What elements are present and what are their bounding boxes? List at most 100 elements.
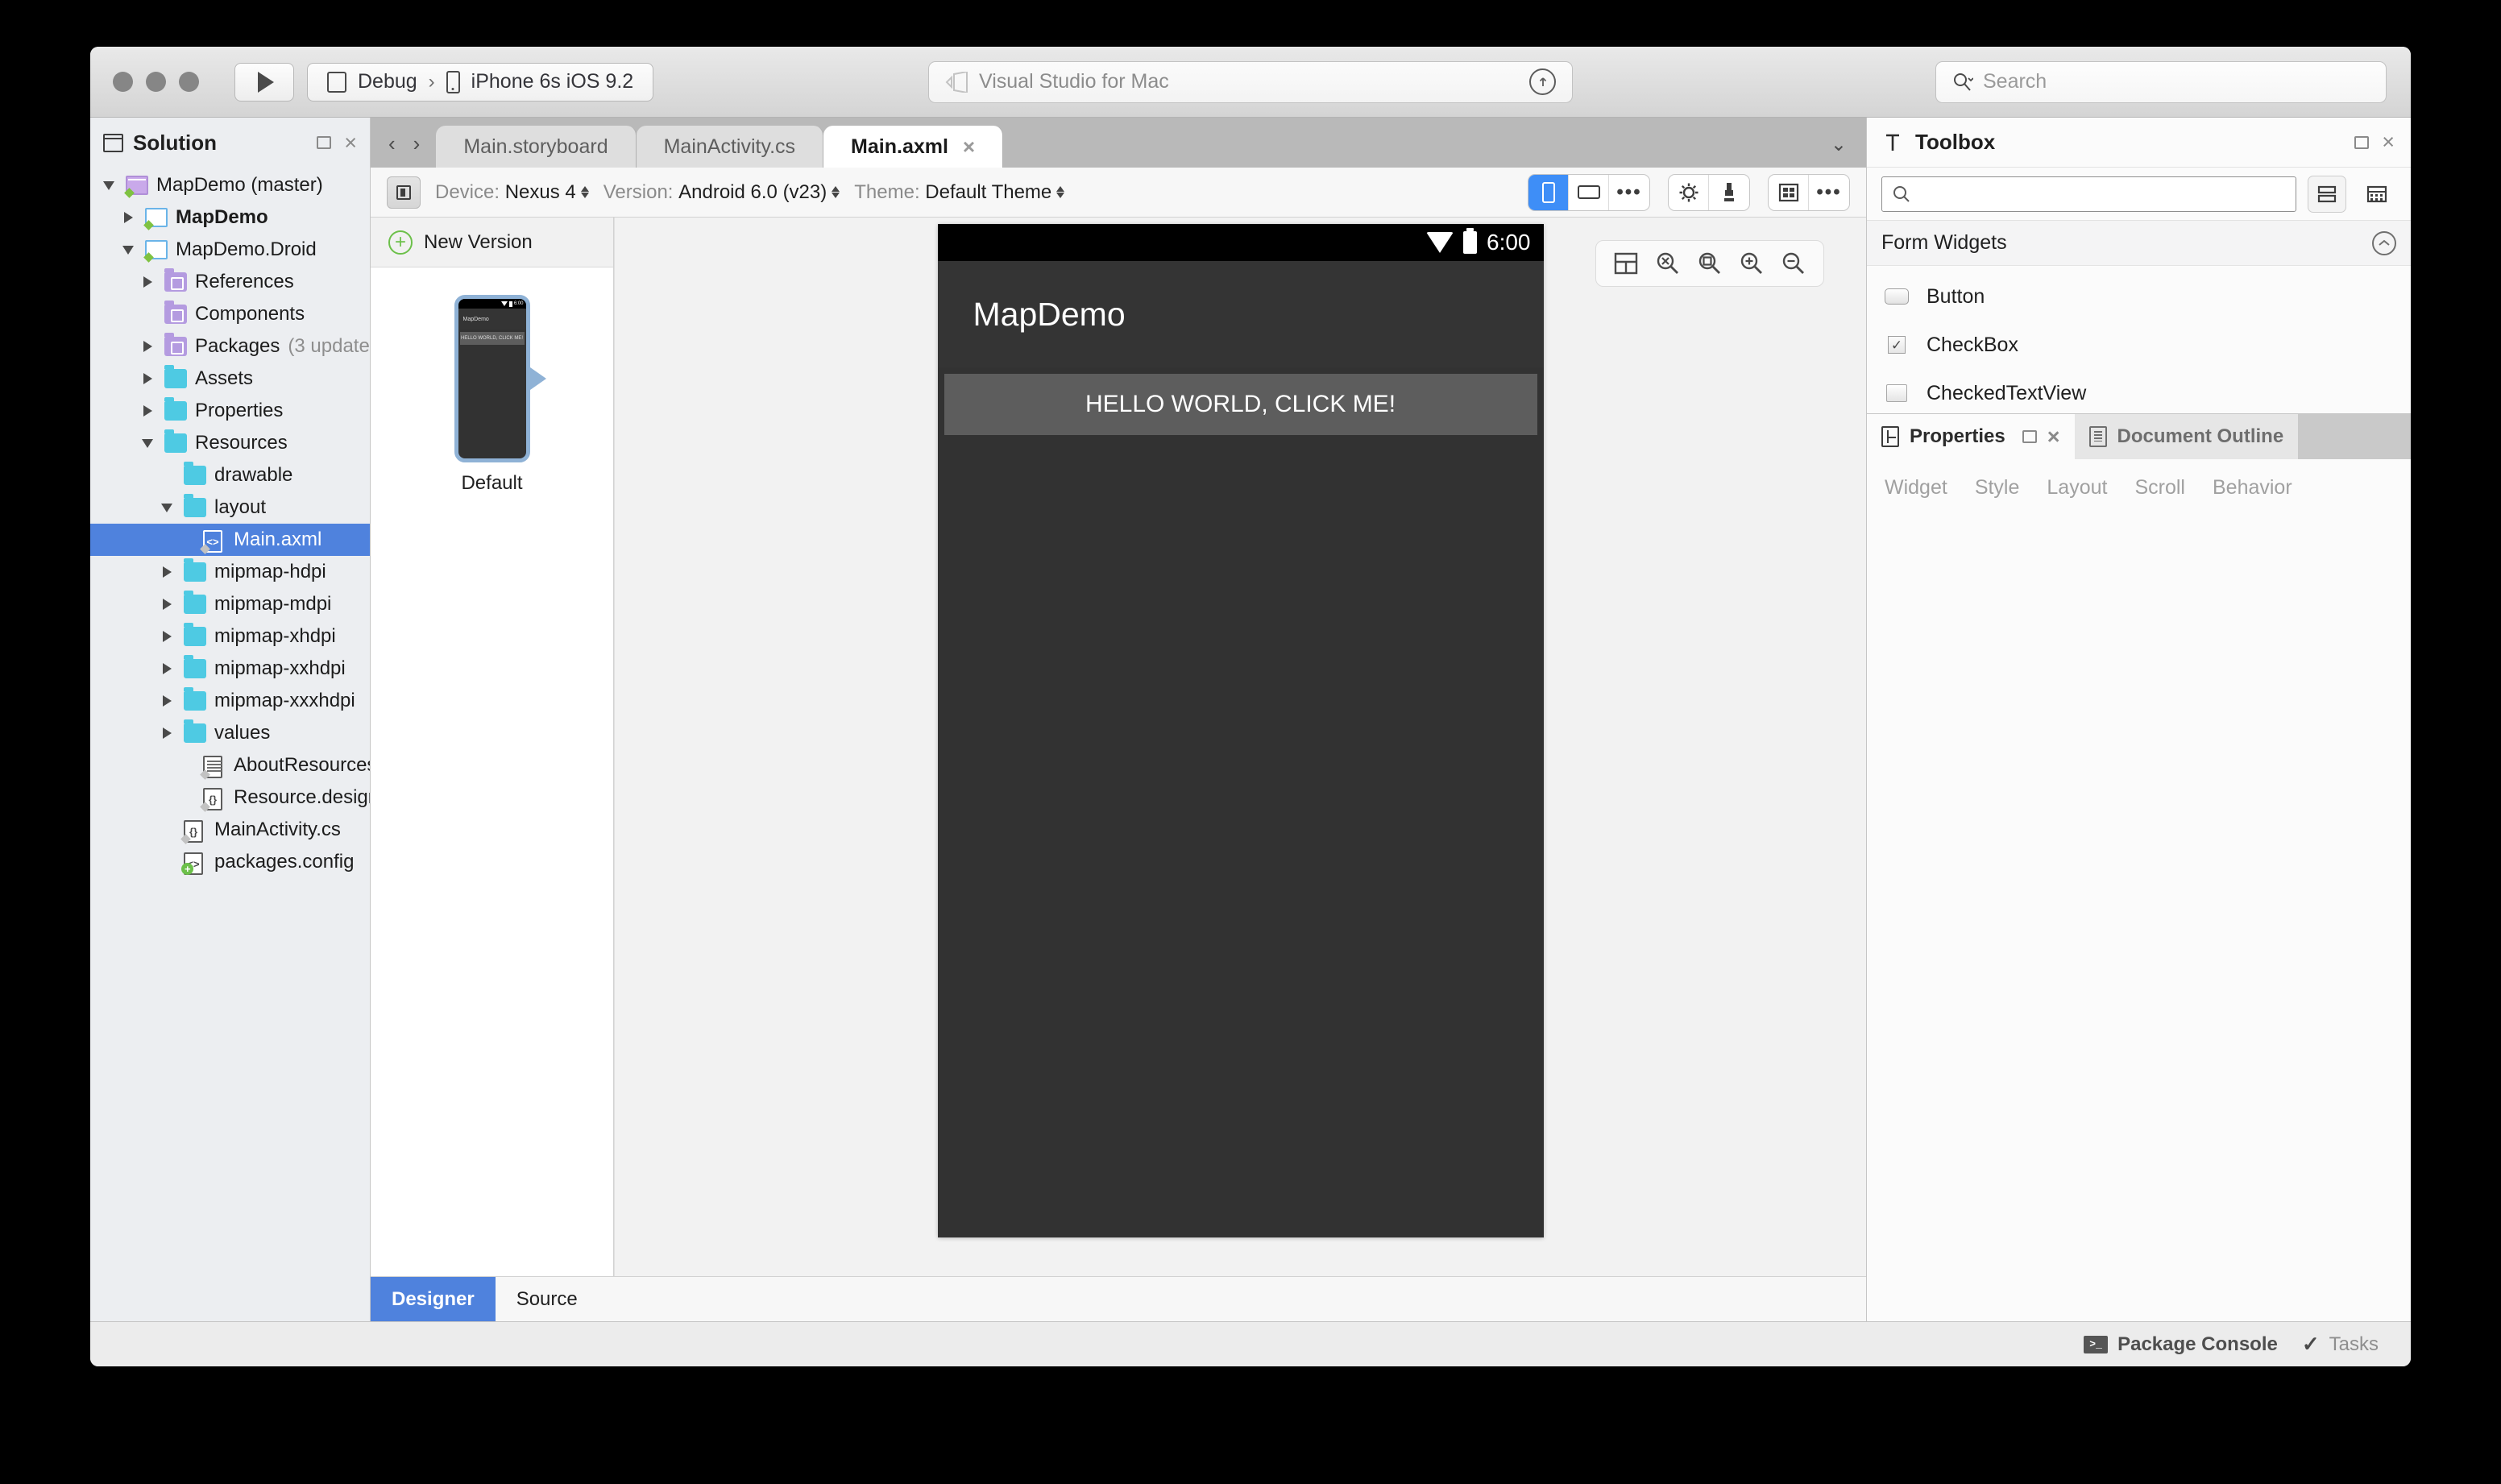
chevron-up-icon[interactable] <box>2372 230 2396 255</box>
solution-tree-item[interactable]: Properties <box>90 395 370 427</box>
solution-tree-item[interactable]: {} MainActivity.cs <box>90 814 370 846</box>
tree-twisty[interactable] <box>158 727 176 739</box>
editor-mode-tab[interactable]: Designer <box>371 1277 496 1321</box>
tree-twisty[interactable] <box>139 373 156 384</box>
solution-tree-item[interactable]: Components <box>90 298 370 330</box>
close-icon[interactable]: × <box>963 135 975 160</box>
solution-tree-item[interactable]: mipmap-xxhdpi <box>90 653 370 685</box>
theme-selector[interactable]: Theme: Default Theme <box>854 181 1065 204</box>
run-button[interactable] <box>234 62 294 102</box>
solution-tree-item[interactable]: mipmap-mdpi <box>90 588 370 620</box>
toolbox-list-view-button[interactable] <box>2308 175 2346 213</box>
solution-tree-item[interactable]: values <box>90 717 370 749</box>
orientation-more-icon[interactable]: ••• <box>1609 175 1649 210</box>
editor-mode-tab[interactable]: Source <box>496 1277 599 1321</box>
tree-twisty[interactable] <box>119 212 137 223</box>
properties-subtab[interactable]: Behavior <box>2213 476 2292 500</box>
properties-subtab[interactable]: Layout <box>2047 476 2107 500</box>
solution-tree-item[interactable]: <> + packages.config <box>90 846 370 878</box>
tree-twisty[interactable] <box>158 663 176 674</box>
solution-tree-item[interactable]: drawable <box>90 459 370 491</box>
global-search-field[interactable]: Search <box>1935 60 2387 103</box>
toolbox-grid-view-button[interactable] <box>2358 176 2396 213</box>
settings-gear-button[interactable] <box>1669 174 1709 210</box>
zoom-in-icon[interactable] <box>1740 251 1764 276</box>
tree-twisty[interactable] <box>119 245 137 255</box>
version-selector[interactable]: Version: Android 6.0 (v23) <box>603 181 840 204</box>
run-configuration-selector[interactable]: Debug › iPhone 6s iOS 9.2 <box>307 62 654 102</box>
editor-tab[interactable]: Main.axml × <box>823 126 1004 168</box>
tasks-button[interactable]: ✓ Tasks <box>2302 1332 2379 1357</box>
solution-pad-close-icon[interactable]: × <box>344 131 357 154</box>
toolbox-dock-button[interactable] <box>2354 135 2370 149</box>
solution-tree-item[interactable]: layout <box>90 491 370 524</box>
device-selector[interactable]: Device: Nexus 4 <box>435 181 589 204</box>
layout-grid-icon[interactable] <box>1614 252 1638 275</box>
solution-pad-dock-button[interactable] <box>317 136 332 149</box>
editor-tab[interactable]: MainActivity.cs <box>636 126 824 168</box>
properties-tab[interactable]: Document Outline <box>2074 414 2299 459</box>
solution-tree-item[interactable]: AboutResources.txt <box>90 749 370 781</box>
toolbox-widget-item[interactable]: Button <box>1867 272 2411 321</box>
grid-toggle-button[interactable] <box>1769 174 1809 210</box>
tree-twisty[interactable] <box>139 405 156 417</box>
designer-view-toggle-button[interactable] <box>387 176 421 209</box>
tree-twisty[interactable] <box>158 631 176 642</box>
solution-tree-item[interactable]: mipmap-hdpi <box>90 556 370 588</box>
zoom-to-fit-icon[interactable] <box>1656 251 1680 276</box>
solution-tree-item[interactable]: mipmap-xxxhdpi <box>90 685 370 717</box>
theme-brush-button[interactable] <box>1709 175 1749 210</box>
designer-canvas[interactable]: 6:00 MapDemo HELLO WORLD, CLICK ME! <box>614 218 1866 1276</box>
tree-twisty[interactable] <box>139 276 156 288</box>
android-preview[interactable]: 6:00 MapDemo HELLO WORLD, CLICK ME! <box>937 224 1544 1237</box>
solution-tree-item[interactable]: MapDemo (master) <box>90 169 370 201</box>
properties-subtab[interactable]: Widget <box>1885 476 1947 500</box>
tree-twisty[interactable] <box>139 438 156 448</box>
toolbox-close-icon[interactable]: × <box>2382 131 2395 153</box>
solution-tree-item[interactable]: Packages (3 updates) <box>90 330 370 363</box>
preview-hello-button[interactable]: HELLO WORLD, CLICK ME! <box>944 374 1537 435</box>
toolbox-widget-item[interactable]: CheckedTextView <box>1867 369 2411 413</box>
nav-back-icon[interactable]: ‹ <box>388 131 396 156</box>
solution-tree-item[interactable]: MapDemo <box>90 201 370 234</box>
orientation-landscape-button[interactable] <box>1569 174 1609 210</box>
properties-subtab[interactable]: Scroll <box>2134 476 2185 500</box>
solution-tree-item[interactable]: Resources <box>90 427 370 459</box>
tree-twisty[interactable] <box>158 599 176 610</box>
properties-close-icon[interactable]: × <box>2047 425 2060 448</box>
nav-forward-icon[interactable]: › <box>413 131 421 156</box>
theme-stepper-icon[interactable] <box>1056 186 1065 198</box>
close-window-button[interactable] <box>113 72 133 92</box>
grid-more-icon[interactable]: ••• <box>1809 175 1849 210</box>
package-console-button[interactable]: >_ Package Console <box>2084 1333 2278 1356</box>
properties-dock-button[interactable] <box>2022 430 2037 443</box>
toolbox-widget-list[interactable]: Button✓CheckBoxCheckedTextViewProgress B… <box>1867 266 2411 413</box>
maximize-window-button[interactable] <box>179 72 199 92</box>
version-stepper-icon[interactable] <box>832 186 840 198</box>
device-stepper-icon[interactable] <box>580 186 589 198</box>
status-info-icon[interactable] <box>1529 68 1556 95</box>
tree-twisty[interactable] <box>158 695 176 707</box>
tree-twisty[interactable] <box>100 180 118 190</box>
solution-tree-item[interactable]: <> Main.axml <box>90 524 370 556</box>
toolbox-section-form-widgets[interactable]: Form Widgets <box>1867 221 2411 266</box>
tree-twisty[interactable] <box>139 341 156 352</box>
tree-twisty[interactable] <box>158 566 176 578</box>
solution-tree-item[interactable]: {} Resource.designer.cs <box>90 781 370 814</box>
status-display[interactable]: Visual Studio for Mac <box>928 60 1573 103</box>
tree-twisty[interactable] <box>158 503 176 512</box>
orientation-portrait-button[interactable] <box>1528 174 1569 210</box>
solution-tree-item[interactable]: References <box>90 266 370 298</box>
new-version-button[interactable]: + New Version <box>371 218 613 267</box>
solution-tree-item[interactable]: Assets <box>90 363 370 395</box>
properties-tab[interactable]: Properties × <box>1867 414 2075 459</box>
minimize-window-button[interactable] <box>146 72 166 92</box>
zoom-out-icon[interactable] <box>1781 251 1806 276</box>
properties-subtab[interactable]: Style <box>1975 476 2020 500</box>
solution-tree[interactable]: MapDemo (master) MapDemo MapDemo.Droid Refe… <box>90 168 370 1321</box>
solution-tree-item[interactable]: mipmap-xhdpi <box>90 620 370 653</box>
version-thumbnail-default[interactable]: 6:00 MapDemo HELLO WORLD, CLICK ME! <box>454 295 530 462</box>
toolbox-widget-item[interactable]: ✓ CheckBox <box>1867 321 2411 369</box>
solution-tree-item[interactable]: MapDemo.Droid <box>90 234 370 266</box>
toolbox-search-input[interactable] <box>1881 176 2296 212</box>
